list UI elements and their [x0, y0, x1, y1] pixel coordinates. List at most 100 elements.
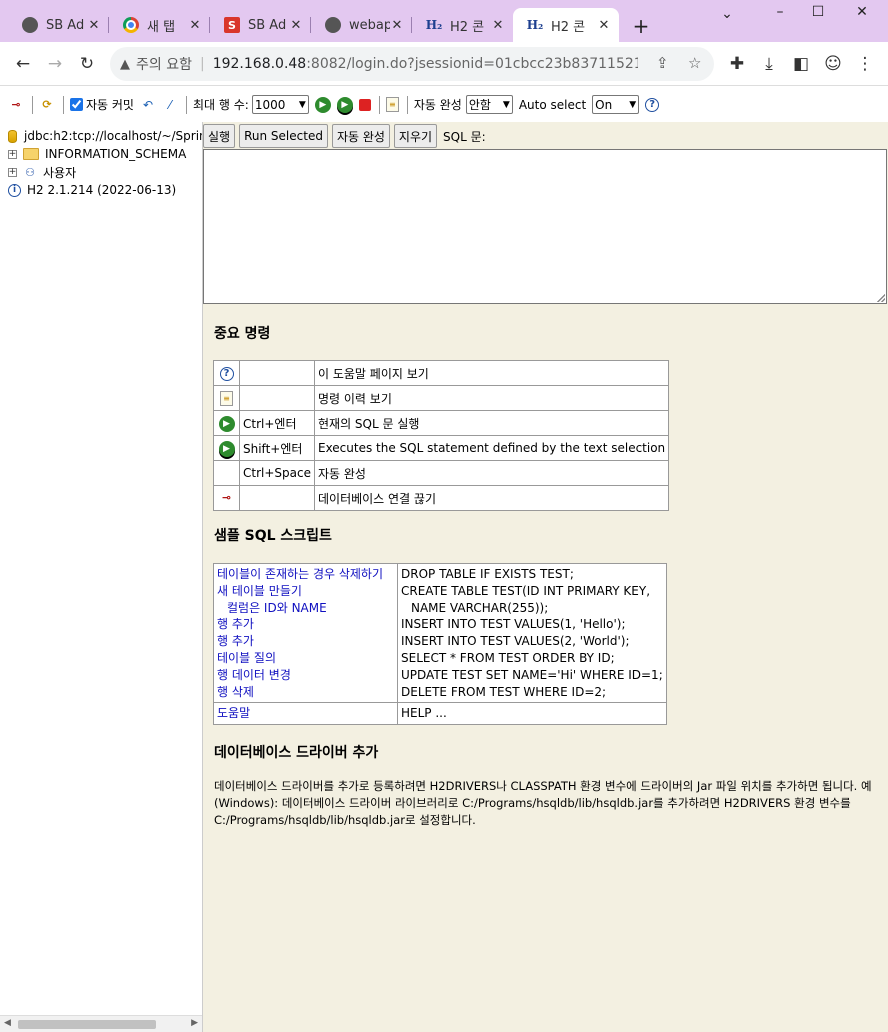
table-row: ? 이 도움말 페이지 보기 [213, 360, 670, 386]
close-icon[interactable]: ✕ [390, 18, 404, 33]
back-icon[interactable]: ← [12, 54, 34, 74]
browser-tab[interactable]: S SB Ad ✕ [210, 8, 311, 42]
important-commands-heading: 중요 명령 [214, 326, 271, 342]
expand-icon[interactable]: + [8, 149, 17, 159]
profile-avatar-icon[interactable]: ☺ [822, 54, 844, 74]
tab-title: SB Ad [46, 17, 85, 33]
security-label[interactable]: 주의 요함 [136, 54, 192, 74]
h2-icon: H₂ [526, 18, 544, 32]
side-panel-icon[interactable]: ◧ [790, 54, 812, 74]
autoselect-select[interactable]: On ▼ [592, 95, 640, 114]
run-selected-icon[interactable]: ▶ [336, 96, 353, 113]
history-icon[interactable]: ≡ [385, 97, 399, 112]
disconnect-icon: ⊸ [221, 491, 232, 504]
sample-link[interactable]: 행 데이터 변경 [217, 667, 394, 684]
globe-icon [325, 17, 341, 33]
run-selected-icon: ▶ [218, 440, 235, 457]
tab-title: 새 탭 [147, 19, 176, 35]
maximize-icon[interactable]: ☐ [808, 4, 828, 20]
url-text[interactable]: 192.168.0.48:8082/login.do?jsessionid=01… [213, 56, 638, 72]
table-row: ▶ Shift+엔터 Executes the SQL statement de… [213, 435, 670, 461]
sample-link[interactable]: 테이블 질의 [217, 650, 394, 667]
new-tab-icon[interactable]: + [631, 14, 651, 38]
scrollbar-thumb[interactable] [18, 1020, 156, 1029]
autocomplete-select[interactable]: 안함 ▼ [465, 95, 513, 114]
close-icon[interactable]: ✕ [289, 18, 303, 33]
tab-title: H2 콘 [551, 19, 586, 35]
browser-tab-active[interactable]: H₂ H2 콘 ✕ [513, 8, 619, 42]
bookmark-star-icon[interactable]: ☆ [688, 54, 701, 72]
max-rows-label: 최대 행 수: [192, 98, 249, 112]
schema-tree: jdbc:h2:tcp://localhost/~/SpringBoot + I… [0, 122, 203, 1032]
run-button[interactable]: 실행 [203, 124, 236, 148]
run-icon[interactable]: ▶ [314, 96, 331, 113]
sample-link[interactable]: 행 추가 [217, 633, 394, 650]
close-icon[interactable]: ✕ [87, 18, 101, 33]
extensions-icon[interactable]: ✚ [726, 54, 748, 74]
tab-search-icon[interactable]: ⌄ [717, 6, 737, 22]
clear-button[interactable]: 지우기 [393, 124, 438, 148]
refresh-icon[interactable]: ⟳ [39, 97, 55, 113]
minimize-icon[interactable]: – [770, 4, 790, 20]
sample-link[interactable]: 행 추가 [217, 616, 394, 633]
sample-code-cell: DROP TABLE IF EXISTS TEST; CREATE TABLE … [397, 562, 667, 704]
h2-toolbar: ⊸ ⟳ 자동 커밋 ↶ ⁄ 최대 행 수: 1000 ▼ ▶ ▶ ≡ 자동 완성 … [0, 87, 888, 122]
tree-connection[interactable]: jdbc:h2:tcp://localhost/~/SpringBoot [8, 127, 202, 145]
close-icon[interactable]: ✕ [188, 18, 202, 33]
database-icon [8, 129, 17, 143]
drivers-description: 데이터베이스 드라이버를 추가로 등록하려면 H2DRIVERS나 CLASSP… [214, 779, 872, 827]
sample-link[interactable]: 새 테이블 만들기 [217, 583, 394, 600]
forward-icon[interactable]: → [44, 54, 66, 74]
menu-kebab-icon[interactable]: ⋮ [854, 54, 876, 74]
browser-tab[interactable]: 새 탭 ✕ [109, 8, 210, 42]
commit-icon[interactable]: ⁄ [162, 97, 178, 113]
autocommit-checkbox[interactable] [70, 98, 83, 111]
command-bar: 실행 Run Selected 자동 완성 지우기 SQL 문: [203, 124, 486, 148]
table-row: ▶ Ctrl+엔터 현재의 SQL 문 실행 [213, 410, 670, 436]
autocommit-label: 자동 커밋 [86, 98, 134, 112]
tab-title: H2 콘 [450, 19, 485, 35]
autocomplete-button[interactable]: 자동 완성 [331, 124, 390, 148]
resize-grip-icon[interactable] [877, 294, 885, 302]
stop-icon[interactable] [358, 98, 371, 111]
tab-title: webap [349, 17, 390, 33]
tree-schema[interactable]: + INFORMATION_SCHEMA [8, 145, 186, 163]
warning-icon[interactable]: ▲ [120, 57, 130, 72]
sample-link[interactable]: 컬럼은 ID와 NAME [217, 600, 394, 617]
autocomplete-label: 자동 완성 [413, 98, 462, 112]
run-selected-button[interactable]: Run Selected [239, 124, 328, 148]
sql-input[interactable] [203, 149, 887, 304]
globe-icon [22, 17, 38, 33]
expand-icon[interactable]: + [8, 167, 17, 177]
tree-users[interactable]: + ⚇ 사용자 [8, 163, 76, 181]
browser-nav-bar: ← → ↻ ▲ 주의 요함 | 192.168.0.48:8082/login.… [0, 42, 888, 86]
horizontal-scrollbar[interactable]: ◀ ▶ [0, 1015, 202, 1032]
browser-tab[interactable]: webap ✕ [311, 8, 412, 42]
address-bar[interactable]: ▲ 주의 요함 | 192.168.0.48:8082/login.do?jse… [110, 47, 714, 81]
help-icon: ? [219, 367, 234, 381]
history-icon: ≡ [220, 391, 233, 407]
table-row: Ctrl+Space 자동 완성 [213, 460, 670, 486]
help-sample-link[interactable]: 도움말 [217, 705, 394, 722]
disconnect-icon[interactable]: ⊸ [8, 97, 24, 113]
important-commands-table: ? 이 도움말 페이지 보기 ≡ 명령 이력 보기 ▶ Ctrl+엔터 현재의 … [213, 360, 670, 511]
chevron-down-icon: ▼ [298, 99, 306, 110]
max-rows-select[interactable]: 1000 ▼ [251, 95, 309, 114]
reload-icon[interactable]: ↻ [76, 54, 98, 74]
close-icon[interactable]: ✕ [597, 18, 611, 33]
chrome-icon [123, 17, 139, 33]
download-icon[interactable]: ⤓ [758, 54, 780, 74]
sample-link[interactable]: 행 삭제 [217, 684, 394, 701]
run-icon: ▶ [218, 415, 235, 432]
sample-scripts-table: 테이블이 존재하는 경우 삭제하기 새 테이블 만들기 컬럼은 ID와 NAME… [213, 562, 667, 726]
share-icon[interactable]: ⇪ [656, 54, 669, 72]
sample-link[interactable]: 테이블이 존재하는 경우 삭제하기 [217, 566, 394, 583]
browser-tab[interactable]: H₂ H2 콘 ✕ [412, 8, 513, 42]
window-close-icon[interactable]: ✕ [852, 4, 872, 20]
main-panel: 실행 Run Selected 자동 완성 지우기 SQL 문: 중요 명령 ?… [203, 122, 888, 1032]
help-icon[interactable]: ? [645, 97, 660, 112]
info-icon: i [8, 183, 21, 197]
rollback-icon[interactable]: ↶ [140, 97, 156, 113]
browser-tab[interactable]: SB Ad ✕ [8, 8, 109, 42]
close-icon[interactable]: ✕ [491, 18, 505, 33]
